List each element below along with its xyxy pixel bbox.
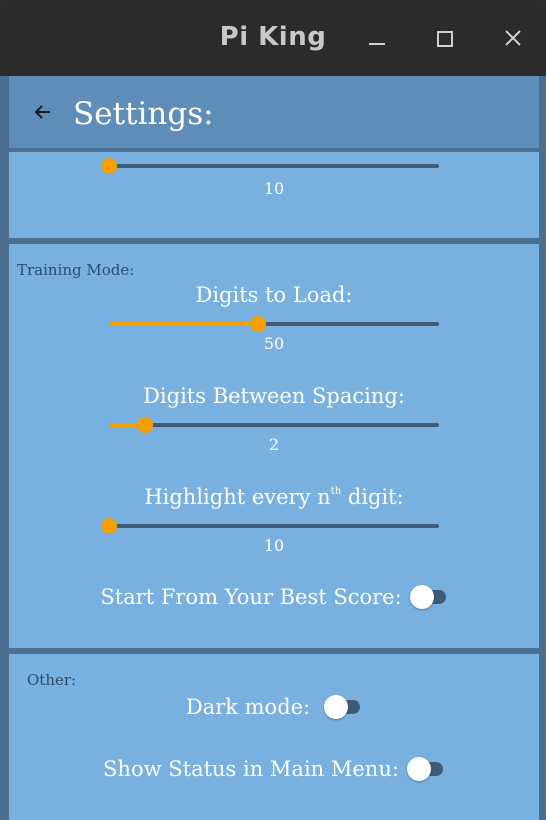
maximize-icon [437,31,453,47]
back-button[interactable] [31,100,55,124]
back-arrow-icon [34,105,50,119]
slider-track [109,164,439,168]
slider-track [109,524,439,528]
digits-to-load-slider[interactable] [109,314,439,334]
minimize-button[interactable] [361,24,393,54]
toggle-knob [324,695,349,719]
dark-mode-toggle[interactable] [324,694,362,720]
other-card: Other: Dark mode: Show Status in Main Me… [9,654,539,820]
highlight-label-sup: th [330,486,342,497]
slider-fill [109,322,258,326]
maximize-button[interactable] [429,24,461,54]
highlight-every-nth-label: Highlight every nth digit: [9,485,539,509]
minimize-icon [369,43,385,45]
show-status-toggle[interactable] [406,756,445,782]
highlight-card-top: 10 [9,152,539,238]
toggle-knob [406,757,431,781]
digits-between-spacing-value: 2 [268,435,280,454]
other-section-label: Other: [27,671,77,689]
app-bar: Settings: [9,76,539,148]
start-from-best-label: Start From Your Best Score: [100,585,402,609]
slider-thumb[interactable] [101,518,117,534]
toggle-knob [409,585,434,609]
slider-thumb[interactable] [101,158,117,174]
show-status-label: Show Status in Main Menu: [103,757,399,781]
top-slider[interactable] [101,156,439,176]
training-section-label: Training Mode: [17,261,135,279]
dark-mode-label: Dark mode: [185,695,311,719]
highlight-every-nth-slider[interactable] [101,516,439,536]
window-title: Pi King [219,22,327,52]
highlight-label-pre: Highlight every n [144,485,331,509]
top-slider-value: 10 [263,179,285,198]
close-icon [505,30,521,46]
window-titlebar: Pi King [0,0,546,76]
digits-to-load-value: 50 [263,334,285,353]
highlight-label-post: digit: [341,485,404,509]
app-body: 10 Settings: Training Mode: Digits to Lo… [0,76,546,820]
start-from-best-row: Start From Your Best Score: [9,582,539,612]
digits-between-spacing-label: Digits Between Spacing: [143,384,405,408]
digits-between-spacing-slider[interactable] [109,415,439,435]
show-status-row: Show Status in Main Menu: [9,754,539,784]
close-button[interactable] [497,24,529,54]
dark-mode-row: Dark mode: [9,692,539,722]
slider-thumb[interactable] [137,417,154,433]
slider-thumb[interactable] [249,316,266,332]
highlight-every-nth-value: 10 [263,536,285,555]
digits-to-load-label: Digits to Load: [195,283,353,307]
page-title: Settings: [73,96,214,132]
start-from-best-toggle[interactable] [409,584,448,610]
slider-track [109,423,439,427]
training-card: Training Mode: Digits to Load: 50 Digits… [9,244,539,648]
